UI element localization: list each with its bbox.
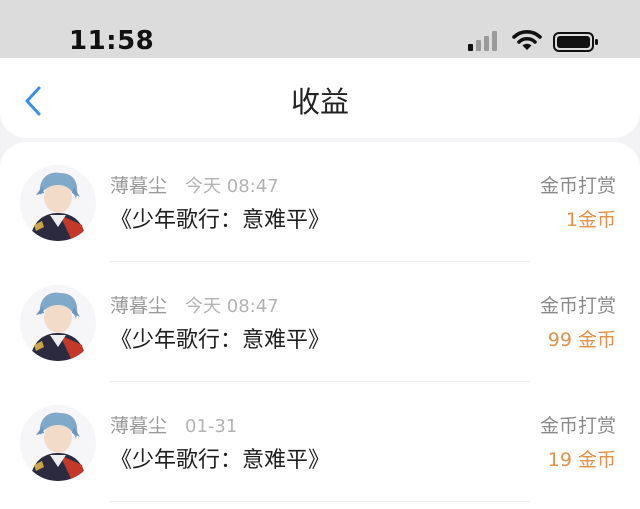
navigation-bar: 收益 <box>0 58 640 138</box>
avatar <box>20 405 96 481</box>
sender-name: 薄暮尘 <box>110 175 168 197</box>
record-meta: 薄暮尘 今天 08:47 <box>110 171 279 197</box>
page-title: 收益 <box>290 85 349 119</box>
avatar <box>20 165 96 241</box>
reward-amount: 99 金币 <box>547 329 616 351</box>
sender-name: 薄暮尘 <box>110 415 168 437</box>
status-bar: 11:58 <box>0 0 640 58</box>
reward-type: 金币打赏 <box>539 295 616 317</box>
sender-name: 薄暮尘 <box>110 295 168 317</box>
reward-amount: 1金币 <box>565 209 616 231</box>
record-time: 今天 08:47 <box>185 176 279 197</box>
divider <box>110 501 530 502</box>
reward-type: 金币打赏 <box>539 415 616 437</box>
record-meta: 薄暮尘 01-31 <box>110 411 237 437</box>
record-time: 01-31 <box>185 416 238 437</box>
cellular-signal-icon <box>468 31 497 51</box>
earnings-record[interactable]: 薄暮尘 今天 08:47 《少年歌行：意难平》 金币打赏 1金币 <box>0 142 640 262</box>
status-time: 11:58 <box>69 26 155 56</box>
earnings-record[interactable]: 薄暮尘 01-31 《少年歌行：意难平》 金币打赏 19 金币 <box>0 382 640 502</box>
work-title: 《少年歌行：意难平》 <box>110 208 331 233</box>
wifi-icon <box>512 30 542 50</box>
battery-icon <box>553 32 598 52</box>
record-meta: 薄暮尘 今天 08:47 <box>110 291 279 317</box>
avatar <box>20 285 96 361</box>
earnings-list: 薄暮尘 今天 08:47 《少年歌行：意难平》 金币打赏 1金币 薄暮尘 今天 08… <box>0 142 640 509</box>
work-title: 《少年歌行：意难平》 <box>110 448 331 473</box>
record-time: 今天 08:47 <box>185 296 279 317</box>
reward-type: 金币打赏 <box>539 175 616 197</box>
work-title: 《少年歌行：意难平》 <box>110 328 331 353</box>
earnings-record[interactable]: 薄暮尘 今天 08:47 《少年歌行：意难平》 金币打赏 99 金币 <box>0 262 640 382</box>
reward-amount: 19 金币 <box>547 449 616 471</box>
